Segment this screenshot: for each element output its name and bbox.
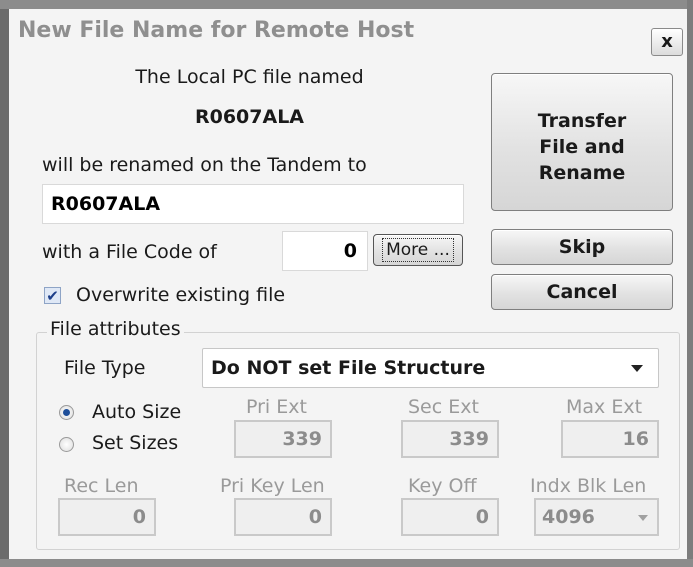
- transfer-button-line-2: File and: [539, 136, 625, 158]
- max-ext-label: Max Ext: [566, 396, 643, 418]
- more-button-label: More ...: [382, 238, 454, 262]
- file-attributes-label: File attributes: [47, 318, 184, 340]
- indx-blk-len-label: Indx Blk Len: [530, 475, 647, 497]
- window-frame-bottom: [0, 559, 693, 567]
- cancel-button[interactable]: Cancel: [491, 274, 673, 310]
- sec-ext-field: 339: [401, 420, 499, 458]
- set-sizes-radio[interactable]: [59, 437, 74, 452]
- chevron-down-icon: [631, 365, 643, 372]
- file-type-label: File Type: [64, 357, 146, 379]
- pri-key-len-label: Pri Key Len: [220, 475, 325, 497]
- sec-ext-label: Sec Ext: [408, 396, 479, 418]
- skip-button[interactable]: Skip: [491, 229, 673, 265]
- set-sizes-label[interactable]: Set Sizes: [92, 432, 178, 454]
- pri-ext-field: 339: [234, 420, 332, 458]
- key-off-label: Key Off: [408, 475, 477, 497]
- chevron-down-icon: [638, 515, 648, 521]
- window-frame-top: [0, 0, 693, 9]
- key-off-field: 0: [401, 498, 499, 536]
- indx-blk-len-select: 4096: [534, 498, 659, 536]
- max-ext-field: 16: [561, 420, 659, 458]
- checkmark-icon: ✔: [46, 287, 59, 305]
- pri-key-len-field: 0: [234, 498, 332, 536]
- file-code-input[interactable]: [282, 231, 368, 271]
- transfer-rename-button[interactable]: Transfer File and Rename: [491, 73, 673, 211]
- file-type-select[interactable]: Do NOT set File Structure: [202, 348, 659, 388]
- dialog-title: New File Name for Remote Host: [18, 18, 415, 43]
- local-filename: R0607ALA: [194, 106, 305, 128]
- rec-len-field: 0: [58, 498, 156, 536]
- window-frame-left: [0, 0, 9, 567]
- file-code-label: with a File Code of: [42, 241, 217, 263]
- overwrite-label[interactable]: Overwrite existing file: [76, 284, 285, 306]
- message-line-1: The Local PC file named: [135, 66, 364, 88]
- auto-size-radio[interactable]: [59, 405, 74, 420]
- pri-ext-label: Pri Ext: [246, 396, 307, 418]
- auto-size-label[interactable]: Auto Size: [92, 401, 181, 423]
- remote-filename-input[interactable]: [42, 184, 464, 224]
- window-frame-right: [687, 0, 693, 567]
- message-line-2: will be renamed on the Tandem to: [42, 154, 367, 176]
- transfer-button-line-1: Transfer: [537, 110, 627, 132]
- more-button[interactable]: More ...: [373, 234, 463, 266]
- overwrite-checkbox[interactable]: ✔: [44, 287, 61, 304]
- transfer-button-line-3: Rename: [538, 162, 626, 184]
- close-button[interactable]: x: [651, 28, 683, 56]
- rec-len-label: Rec Len: [64, 475, 139, 497]
- file-type-value: Do NOT set File Structure: [211, 357, 486, 379]
- indx-blk-len-value: 4096: [542, 506, 595, 528]
